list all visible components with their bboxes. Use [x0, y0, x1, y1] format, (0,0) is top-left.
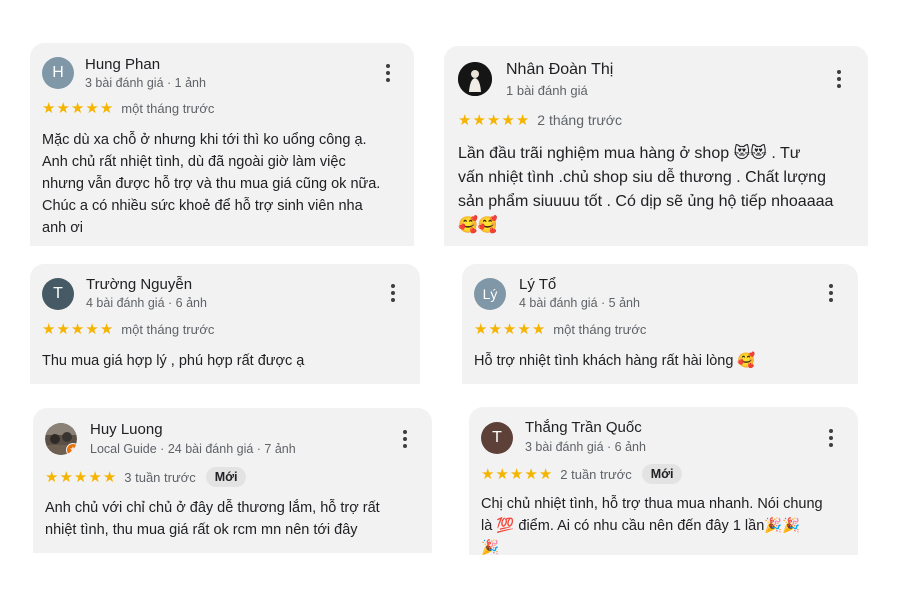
reviewer-name[interactable]: Thắng Trần Quốc	[525, 419, 642, 436]
reviewer-meta: 3 bài đánh giá · 1 ảnh	[85, 76, 206, 90]
review-text: Anh chủ với chỉ chủ ở đây dễ thương lắm,…	[45, 500, 380, 538]
review-text: Mặc dù xa chỗ ở nhưng khi tới thì ko uổn…	[42, 132, 381, 236]
more-options-icon[interactable]	[836, 70, 842, 88]
more-options-icon[interactable]	[390, 284, 396, 302]
review-card: Lý Lý Tổ 4 bài đánh giá · 5 ảnh ★ ★ ★ ★ ★ mộ…	[462, 264, 858, 384]
reviewer-meta: 4 bài đánh giá · 5 ảnh	[519, 296, 640, 310]
reviewer-name[interactable]: Huy Luong	[90, 421, 163, 438]
reviewer-meta: Local Guide · 24 bài đánh giá · 7 ảnh	[90, 442, 296, 456]
reviewer-name[interactable]: Trường Nguyễn	[86, 276, 192, 293]
review-date: một tháng trước	[553, 322, 647, 337]
avatar[interactable]: T	[481, 422, 513, 454]
star-rating: ★ ★ ★ ★ ★	[481, 465, 553, 483]
review-date: 2 tháng trước	[537, 112, 622, 128]
star-rating: ★ ★ ★ ★ ★	[458, 111, 530, 129]
star-rating: ★ ★ ★ ★ ★	[474, 321, 546, 338]
local-guide-icon: ★	[66, 443, 77, 455]
new-badge: Mới	[641, 464, 683, 484]
avatar[interactable]	[458, 62, 492, 96]
more-options-icon[interactable]	[385, 64, 391, 82]
review-text: Chị chủ nhiệt tình, hỗ trợ thua mua nhan…	[481, 496, 823, 555]
review-date: một tháng trước	[121, 101, 215, 116]
more-options-icon[interactable]	[402, 430, 408, 448]
reviewer-name[interactable]: Lý Tổ	[519, 276, 556, 293]
star-rating: ★ ★ ★ ★ ★	[42, 321, 114, 338]
review-card: H Hung Phan 3 bài đánh giá · 1 ảnh ★ ★ ★ ★ ★…	[30, 43, 414, 246]
avatar[interactable]: Lý	[474, 278, 506, 310]
review-date: một tháng trước	[121, 322, 215, 337]
reviewer-name[interactable]: Hung Phan	[85, 56, 160, 73]
review-card: T Thắng Trần Quốc 3 bài đánh giá · 6 ảnh…	[469, 407, 858, 555]
reviewer-meta: 1 bài đánh giá	[506, 83, 588, 98]
reviewer-meta: 4 bài đánh giá · 6 ảnh	[86, 296, 207, 310]
new-badge: Mới	[205, 467, 247, 487]
star-rating: ★ ★ ★ ★ ★	[45, 468, 117, 486]
reviewer-meta: 3 bài đánh giá · 6 ảnh	[525, 440, 646, 454]
avatar[interactable]: T	[42, 278, 74, 310]
avatar[interactable]: H	[42, 57, 74, 89]
review-text: Thu mua giá hợp lý , phú hợp rất được ạ	[42, 353, 305, 369]
review-card: T Trường Nguyễn 4 bài đánh giá · 6 ảnh ★…	[30, 264, 420, 384]
reviewer-name[interactable]: Nhân Đoàn Thị	[506, 61, 613, 79]
avatar[interactable]: ★	[45, 423, 77, 455]
review-text: Hỗ trợ nhiệt tình khách hàng rất hài lòn…	[474, 353, 756, 369]
review-date: 3 tuần trước	[124, 469, 196, 485]
more-options-icon[interactable]	[828, 284, 834, 302]
review-card: ★ Huy Luong Local Guide · 24 bài đánh gi…	[33, 408, 432, 553]
star-rating: ★ ★ ★ ★ ★	[42, 100, 114, 117]
review-date: 2 tuần trước	[560, 466, 632, 482]
review-card: Nhân Đoàn Thị 1 bài đánh giá ★ ★ ★ ★ ★ 2 thá…	[444, 46, 868, 246]
more-options-icon[interactable]	[828, 429, 834, 447]
review-text: Lần đầu trãi nghiệm mua hàng ở shop 😻😻 .…	[458, 145, 834, 234]
